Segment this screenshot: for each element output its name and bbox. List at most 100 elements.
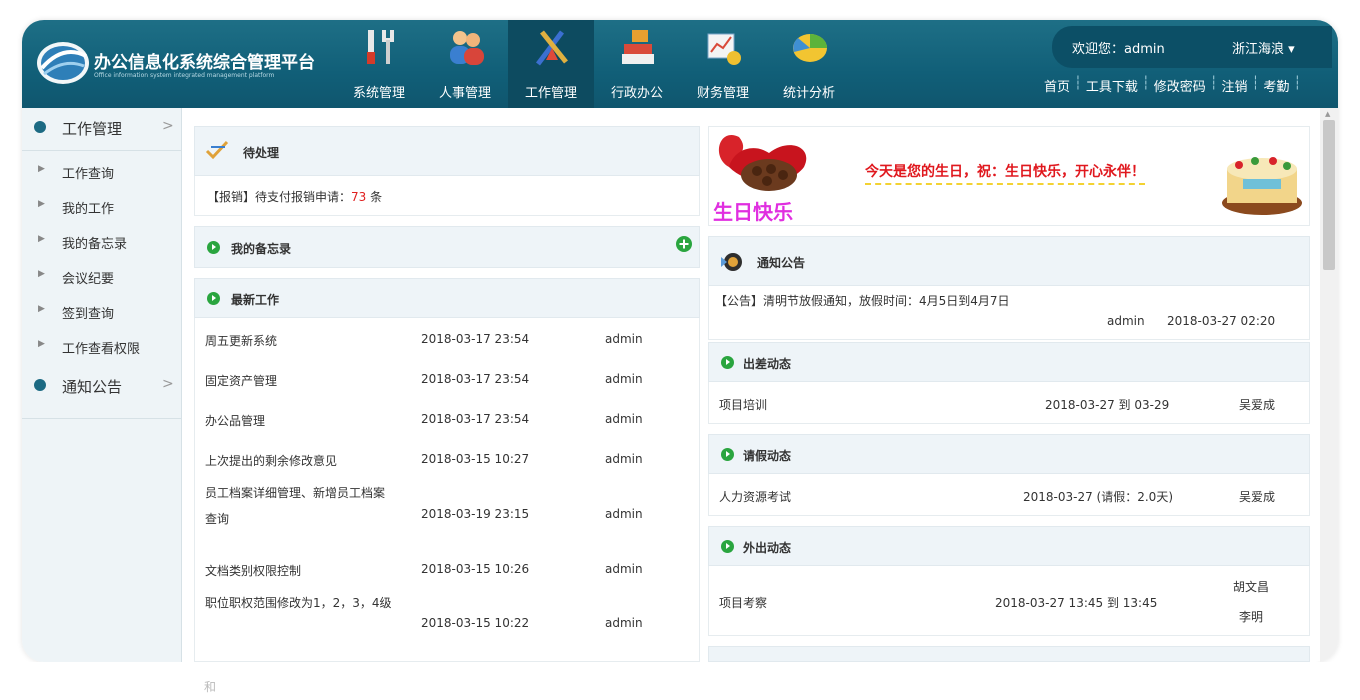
leave-title: 请假动态	[743, 449, 792, 463]
triangle-right-icon: ▶	[38, 269, 45, 279]
nav-label: 人事管理	[438, 86, 491, 101]
out-name[interactable]: 项目考察	[719, 594, 767, 611]
work-name[interactable]: 上次提出的剩余修改意见	[205, 452, 337, 469]
memo-title: 我的备忘录	[231, 242, 292, 256]
birthday-message: 今天是您的生日，祝：生日快乐，开心永伴！	[865, 161, 1145, 185]
work-time: 2018-03-17 23:54	[421, 332, 530, 346]
office-boxes-icon	[622, 30, 654, 64]
nav-label: 系统管理	[352, 86, 405, 101]
notice-panel-header: 通知公告	[708, 236, 1310, 286]
triangle-right-icon: ▶	[38, 199, 45, 209]
top-header: 办公信息化系统综合管理平台 Office information system …	[22, 20, 1338, 108]
work-user: admin	[605, 452, 643, 466]
work-tools-icon	[536, 30, 568, 66]
latest-work-title: 最新工作	[231, 293, 280, 307]
region-dropdown[interactable]: 浙江海浪 ▾	[1232, 38, 1295, 57]
logo-icon	[37, 42, 89, 84]
sidebar-item-checkin-query[interactable]: ▶ 签到查询	[22, 294, 182, 330]
work-user: admin	[605, 332, 643, 346]
sidebar-group-notice[interactable]: 通知公告 >	[22, 366, 182, 406]
work-time: 2018-03-17 23:54	[421, 372, 530, 386]
link-change-password[interactable]: 修改密码	[1154, 76, 1206, 95]
sidebar-group-work[interactable]: 工作管理 >	[22, 108, 182, 148]
work-user: admin	[605, 562, 643, 576]
out-time: 2018-03-27 13:45 到 13:45	[995, 596, 1158, 610]
triangle-right-icon: ▶	[38, 304, 45, 314]
sidebar-item-label: 我的工作	[62, 202, 115, 217]
work-name[interactable]: 职位职权范围修改为1，2，3，4级	[205, 590, 395, 616]
user-box: 欢迎您：admin 浙江海浪 ▾	[1052, 26, 1332, 68]
birthday-gift-icon: 生日快乐	[713, 134, 807, 224]
nav-label: 工作管理	[524, 86, 577, 101]
nav-finance-management[interactable]: 财务管理	[680, 20, 766, 108]
work-name[interactable]: 固定资产管理	[205, 372, 277, 389]
nav-admin-office[interactable]: 行政办公	[594, 20, 680, 108]
work-name[interactable]: 文档类别权限控制	[205, 562, 301, 579]
chevron-right-icon: >	[162, 376, 174, 392]
nav-work-management[interactable]: 工作管理	[508, 20, 594, 108]
sidebar-item-work-query[interactable]: ▶ 工作查询	[22, 154, 182, 190]
divider	[22, 150, 182, 151]
nav-hr-management[interactable]: 人事管理	[422, 20, 508, 108]
work-time: 2018-03-15 10:26	[421, 562, 530, 576]
separator: ┆	[1141, 76, 1150, 91]
notice-text[interactable]: 【公告】清明节放假通知，放假时间：4月5日到4月7日	[715, 292, 1010, 309]
leave-panel-header: 请假动态	[708, 434, 1310, 474]
triangle-right-icon: ▶	[38, 164, 45, 174]
play-icon	[207, 241, 220, 254]
scrollbar[interactable]: ▲	[1320, 108, 1338, 662]
sidebar-item-label: 工作查看权限	[62, 342, 141, 357]
triangle-right-icon: ▶	[38, 234, 45, 244]
sidebar-item-meeting-minutes[interactable]: ▶ 会议纪要	[22, 259, 182, 295]
sidebar-item-label: 签到查询	[62, 307, 115, 322]
trip-panel-body: 项目培训 2018-03-27 到 03-29 吴爱成	[708, 382, 1310, 424]
work-time: 2018-03-19 23:15	[421, 507, 530, 521]
sidebar-item-work-permission[interactable]: ▶ 工作查看权限	[22, 329, 182, 365]
trip-title: 出差动态	[743, 357, 792, 371]
sidebar-item-my-memo[interactable]: ▶ 我的备忘录	[22, 224, 182, 260]
link-logout[interactable]: 注销	[1222, 76, 1248, 95]
pending-panel-header: 待处理	[194, 126, 700, 176]
pending-count: 73	[351, 190, 367, 204]
sidebar-item-my-work[interactable]: ▶ 我的工作	[22, 189, 182, 225]
scroll-thumb[interactable]	[1323, 120, 1335, 270]
out-title: 外出动态	[743, 541, 792, 555]
work-user: admin	[605, 372, 643, 386]
speaker-icon	[721, 253, 742, 271]
link-attendance[interactable]: 考勤	[1263, 76, 1289, 95]
add-memo-icon[interactable]	[676, 236, 692, 252]
latest-work-list: 周五更新系统 2018-03-17 23:54 admin 固定资产管理 201…	[194, 318, 700, 662]
work-name[interactable]: 周五更新系统	[205, 332, 277, 349]
sidebar-group-label: 工作管理	[62, 120, 123, 138]
work-name[interactable]: 办公品管理	[205, 412, 265, 429]
out-user: 胡文昌	[1233, 580, 1270, 594]
sidebar-item-label: 工作查询	[62, 167, 115, 182]
work-name[interactable]: 员工档案详细管理、新增员工档案查询	[205, 480, 395, 532]
leave-name[interactable]: 人力资源考试	[719, 488, 791, 505]
nav-label: 行政办公	[610, 86, 663, 101]
notice-title: 通知公告	[757, 256, 806, 270]
sidebar: 工作管理 > ▶ 工作查询 ▶ 我的工作 ▶ 我的备忘录 ▶ 会议纪要 ▶ 签到查询 ▶ 工…	[22, 108, 182, 662]
divider	[22, 418, 182, 419]
checklist-icon	[205, 140, 229, 160]
partial-row-text: 和	[204, 680, 217, 694]
work-user: admin	[605, 616, 643, 630]
nav-system-management[interactable]: 系统管理	[336, 20, 422, 108]
trip-name[interactable]: 项目培训	[719, 396, 767, 413]
scroll-up-icon[interactable]: ▲	[1325, 110, 1330, 118]
pending-prefix: 【报销】待支付报销申请：	[207, 190, 352, 204]
pending-panel-body: 【报销】待支付报销申请：73 条	[194, 176, 700, 216]
nav-statistics[interactable]: 统计分析	[766, 20, 852, 108]
notice-time: 2018-03-27 02:20	[1167, 314, 1276, 328]
notice-panel-body: 【公告】清明节放假通知，放假时间：4月5日到4月7日 admin 2018-03…	[708, 286, 1310, 340]
memo-panel-header: 我的备忘录	[194, 226, 700, 268]
link-home[interactable]: 首页	[1044, 76, 1070, 95]
link-tool-download[interactable]: 工具下载	[1086, 76, 1138, 95]
birthday-badge: 生日快乐	[713, 200, 793, 224]
play-icon	[207, 292, 220, 305]
triangle-right-icon: ▶	[38, 339, 45, 349]
tools-icon	[367, 30, 394, 64]
separator: ┆	[1074, 76, 1082, 91]
nav-label: 统计分析	[782, 86, 835, 101]
pending-item[interactable]: 【报销】待支付报销申请：73 条	[207, 188, 382, 205]
